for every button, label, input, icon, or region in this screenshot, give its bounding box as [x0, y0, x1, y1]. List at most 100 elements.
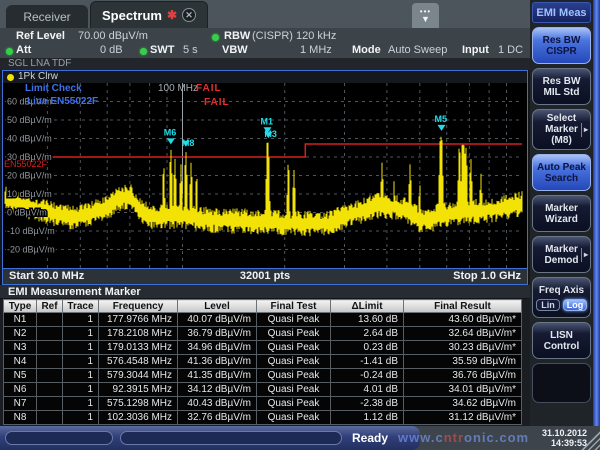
att-led-icon [6, 48, 13, 55]
watermark-part: www.c [398, 430, 444, 445]
mode-value[interactable]: Auto Sweep [388, 44, 447, 56]
softkey-label: (M8) [533, 135, 590, 146]
ref-level-label: Ref Level [16, 30, 65, 42]
input-label: Input [462, 44, 489, 56]
sweep-info: SGL LNA TDF [0, 58, 530, 70]
vbw-value[interactable]: 1 MHz [300, 44, 332, 56]
softkey-label: Control [533, 341, 590, 352]
cell-delta_limit: -0.24 dB [331, 369, 404, 383]
ref-level-value[interactable]: 70.00 dBµV/m [78, 30, 148, 42]
tab-receiver[interactable]: Receiver [6, 5, 88, 28]
cell-delta_limit: -2.38 dB [331, 397, 404, 411]
cell-ref [37, 383, 63, 397]
cell-level: 32.76 dBµV/m [178, 411, 257, 425]
tab-spectrum-label: Spectrum [102, 8, 162, 23]
cell-ref [37, 369, 63, 383]
svg-text:10 dBµV/m: 10 dBµV/m [7, 189, 52, 199]
swt-led-icon [140, 48, 147, 55]
swt-value[interactable]: 5 s [183, 44, 198, 56]
svg-text:M1: M1 [261, 116, 274, 126]
input-value[interactable]: 1 DC [498, 44, 523, 56]
cell-final_result: 34.62 dBµV/m [404, 397, 522, 411]
svg-text:-10 dBµV/m: -10 dBµV/m [7, 226, 55, 236]
cell-final_test: Quasi Peak [257, 397, 331, 411]
cell-frequency: 579.3044 MHz [99, 369, 178, 383]
softkey-marker-demod[interactable]: MarkerDemod▸ [532, 236, 591, 273]
close-tab-icon[interactable]: ✕ [182, 8, 196, 22]
table-row-n2[interactable]: N21178.2108 MHz36.79 dBµV/mQuasi Peak2.6… [4, 327, 522, 341]
softkey-marker-wizard[interactable]: MarkerWizard [532, 195, 591, 232]
softkey-select-marker[interactable]: SelectMarker(M8)▸ [532, 109, 591, 150]
softkey-label: CISPR [533, 46, 590, 57]
table-row-n7[interactable]: N71575.1298 MHz40.43 dBµV/mQuasi Peak-2.… [4, 397, 522, 411]
cell-final_result: 30.23 dBµV/m* [404, 341, 522, 355]
table-row-n5[interactable]: N51579.3044 MHz41.35 dBµV/mQuasi Peak-0.… [4, 369, 522, 383]
status-field-1 [5, 431, 113, 445]
cell-final_result: 43.60 dBµV/m* [404, 313, 522, 327]
softkey-label: Res BW [533, 76, 590, 87]
softkey-lisn-control[interactable]: LISNControl [532, 322, 591, 359]
softkey-auto-peak-search[interactable]: Auto PeakSearch [532, 154, 591, 191]
softkey-empty[interactable] [532, 363, 591, 403]
column-header-frequency: Frequency [99, 300, 178, 313]
x-start-label[interactable]: Start 30.0 MHz [9, 269, 84, 284]
tab-spectrum[interactable]: Spectrum ✱ ✕ [90, 1, 208, 28]
cell-frequency: 178.2108 MHz [99, 327, 178, 341]
limit-check-label: Limit Check [25, 83, 82, 94]
svg-text:40 dBµV/m: 40 dBµV/m [7, 134, 52, 144]
table-row-n3[interactable]: N31179.0133 MHz34.96 dBµV/mQuasi Peak0.2… [4, 341, 522, 355]
toolbar-overflow-button[interactable]: ••• ▼ [412, 3, 439, 28]
table-row-n1[interactable]: N11177.9766 MHz40.07 dBµV/mQuasi Peak13.… [4, 313, 522, 327]
cell-final_test: Quasi Peak [257, 341, 331, 355]
cell-level: 40.07 dBµV/m [178, 313, 257, 327]
freq-axis-option-log[interactable]: Log [563, 299, 587, 311]
att-label: Att [16, 44, 31, 56]
cell-delta_limit: 1.12 dB [331, 411, 404, 425]
cell-trace: 1 [63, 355, 99, 369]
column-header-ref: Ref [37, 300, 63, 313]
cell-trace: 1 [63, 327, 99, 341]
cell-final_test: Quasi Peak [257, 313, 331, 327]
cell-final_test: Quasi Peak [257, 411, 331, 425]
x-stop-label[interactable]: Stop 1.0 GHz [453, 269, 521, 284]
sweep-points-label: 32001 pts [240, 269, 290, 284]
freq-axis-option-lin[interactable]: Lin [536, 299, 560, 311]
column-header-type: Type [4, 300, 37, 313]
trace-info-row: 1Pk Clrw [3, 71, 527, 83]
cell-delta_limit: -1.41 dB [331, 355, 404, 369]
spectrum-plot-area[interactable]: 60 dBµV/m50 dBµV/m40 dBµV/m30 dBµV/m20 d… [3, 83, 527, 268]
cell-ref [37, 327, 63, 341]
spectrum-trace-svg: 60 dBµV/m50 dBµV/m40 dBµV/m30 dBµV/m20 d… [3, 83, 527, 268]
cell-frequency: 92.3915 MHz [99, 383, 178, 397]
swt-label: SWT [150, 44, 174, 56]
att-value[interactable]: 0 dB [100, 44, 123, 56]
cell-ref [37, 397, 63, 411]
svg-text:-20 dBµV/m: -20 dBµV/m [7, 245, 55, 255]
rbw-value[interactable]: (CISPR) 120 kHz [252, 30, 336, 42]
table-row-n6[interactable]: N6192.3915 MHz34.12 dBµV/mQuasi Peak4.01… [4, 383, 522, 397]
cell-delta_limit: 13.60 dB [331, 313, 404, 327]
softkey-menu-title: EMI Meas [532, 2, 591, 23]
watermark-part: onic.com [464, 430, 529, 445]
cell-final_test: Quasi Peak [257, 355, 331, 369]
svg-text:M3: M3 [264, 129, 277, 139]
softkey-label: Marker [533, 203, 590, 214]
cell-type: N3 [4, 341, 37, 355]
vbw-label: VBW [222, 44, 248, 56]
softkey-freq-axis[interactable]: Freq Axis LinLog [532, 277, 591, 318]
rbw-led-icon [212, 34, 219, 41]
status-ready-text: Ready [352, 431, 388, 445]
date-text: 31.10.2012 [542, 428, 587, 438]
softkey-res-bw-mil-std[interactable]: Res BWMIL Std [532, 68, 591, 105]
cell-final_result: 35.59 dBµV/m [404, 355, 522, 369]
cell-final_result: 36.76 dBµV/m [404, 369, 522, 383]
softkey-res-bw-cispr[interactable]: Res BWCISPR [532, 27, 591, 64]
cell-frequency: 177.9766 MHz [99, 313, 178, 327]
table-row-n8[interactable]: N81102.3036 MHz32.76 dBµV/mQuasi Peak1.1… [4, 411, 522, 425]
cell-trace: 1 [63, 313, 99, 327]
cell-final_result: 31.12 dBµV/m* [404, 411, 522, 425]
softkey-label: Freq Axis [533, 285, 590, 296]
cell-frequency: 575.1298 MHz [99, 397, 178, 411]
table-row-n4[interactable]: N41576.4548 MHz41.36 dBµV/mQuasi Peak-1.… [4, 355, 522, 369]
cell-level: 34.12 dBµV/m [178, 383, 257, 397]
